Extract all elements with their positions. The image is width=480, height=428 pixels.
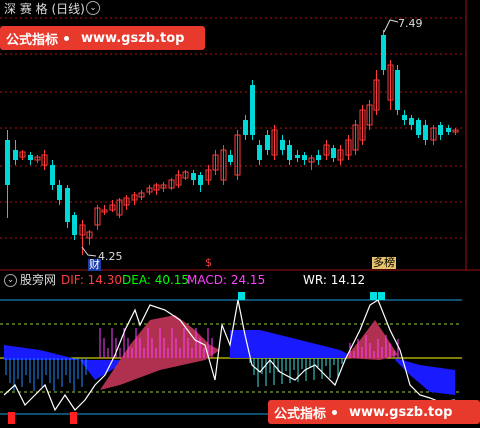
candle-body [198, 175, 203, 185]
chart-title: 深 赛 格 (日线) [4, 2, 85, 16]
candle-body [191, 173, 196, 180]
chart-stage: 深 赛 格 (日线) ⌄ 7.49 4.25 财 $ 多榜 ⌄ 股旁网 DIF:… [0, 0, 480, 428]
candle-body [295, 155, 300, 158]
dif-label: DIF: 14.30 [61, 273, 122, 287]
candle-body [331, 148, 336, 158]
watermark-top-left: 公式指标 [6, 32, 59, 48]
dea-value: 40.15 [154, 273, 190, 287]
watermark-bottom-left: 公式指标 [274, 406, 327, 422]
chart-canvas [0, 0, 480, 424]
candle-body [416, 120, 421, 135]
circle-chevron-down-icon[interactable]: ⌄ [86, 1, 100, 15]
candle-body [316, 155, 321, 160]
candle-body [50, 165, 55, 185]
dea-label: DEA: 40.15 [122, 273, 190, 287]
candle-body [395, 70, 400, 110]
candle-body [381, 35, 386, 70]
bottom-signal [70, 412, 77, 424]
watermark-dot-icon [64, 35, 70, 41]
watermark-top-right: www.gszb.top [75, 30, 195, 46]
watermark-top[interactable]: 公式指标 www.gszb.top [0, 26, 205, 50]
top-signal [238, 292, 245, 300]
wr-value: 14.12 [330, 273, 366, 287]
watermark-bottom-right: www.gszb.top [343, 404, 463, 420]
high-arrow [383, 19, 399, 33]
top-signal [370, 292, 377, 300]
marker-bang[interactable]: 多榜 [372, 257, 396, 269]
high-price-label: 7.49 [398, 17, 423, 30]
candle-body [265, 135, 270, 150]
candle-body [302, 155, 307, 160]
macd-value: 24.15 [230, 273, 266, 287]
macd-area-negative [230, 330, 355, 358]
low-arrow [81, 246, 97, 257]
candlestick-series [5, 19, 459, 257]
candle-body [280, 140, 285, 150]
low-price-label: 4.25 [98, 250, 123, 263]
candle-body [5, 140, 10, 185]
candle-body [402, 115, 407, 120]
settings-icon[interactable]: ⌄ [4, 274, 17, 287]
marker-dollar[interactable]: $ [205, 257, 212, 269]
wr-label: WR: 14.12 [303, 273, 366, 287]
candle-body [243, 120, 248, 135]
watermark-dot-icon [332, 409, 338, 415]
candle-body [257, 145, 262, 160]
candle-body [72, 215, 77, 235]
candle-body [287, 145, 292, 160]
indicator-name: 股旁网 [20, 273, 57, 287]
candle-body [57, 185, 62, 200]
candle-body [65, 188, 70, 222]
bottom-signal [8, 412, 15, 424]
candle-body [438, 125, 443, 135]
candle-body [409, 118, 414, 125]
watermark-bottom[interactable]: 公式指标 www.gszb.top [268, 400, 480, 424]
candle-body [423, 125, 428, 140]
candle-body [28, 155, 33, 160]
candle-body [228, 155, 233, 162]
macd-label: MACD: 24.15 [187, 273, 266, 287]
marker-cai[interactable]: 财 [88, 259, 101, 271]
top-signal [378, 292, 385, 300]
dif-value: 14.30 [87, 273, 122, 287]
candle-body [250, 85, 255, 135]
candle-body [13, 150, 18, 160]
candle-body [446, 128, 451, 132]
